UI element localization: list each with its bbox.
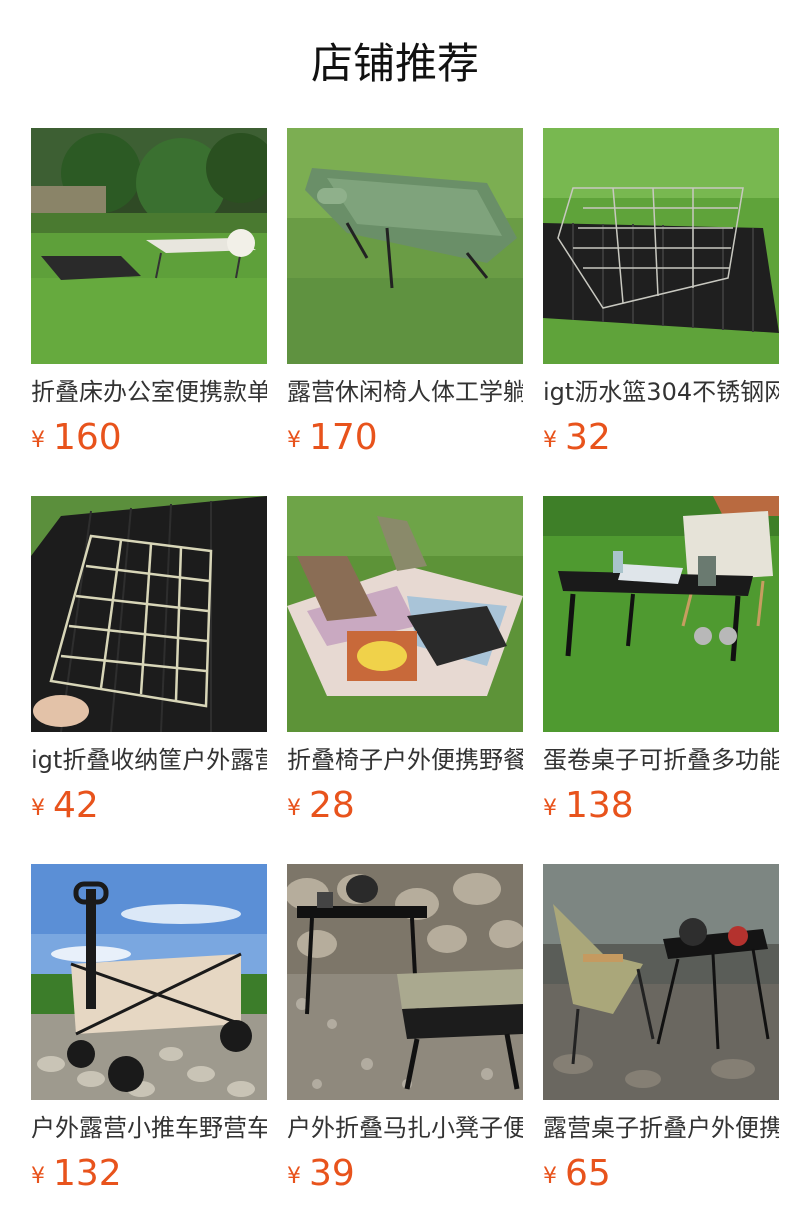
product-image[interactable]: [287, 864, 523, 1100]
page-title: 店铺推荐: [310, 39, 479, 88]
product-price: ¥138: [543, 786, 779, 826]
product-card[interactable]: 蛋卷桌子可折叠多功能 ¥138: [543, 496, 779, 826]
product-price: ¥160: [31, 418, 267, 458]
currency-symbol: ¥: [287, 1164, 301, 1189]
price-value: 170: [309, 417, 378, 458]
product-image[interactable]: [31, 496, 267, 732]
currency-symbol: ¥: [31, 796, 45, 821]
price-value: 138: [565, 785, 634, 826]
price-value: 65: [565, 1153, 611, 1194]
product-card[interactable]: 折叠椅子户外便携野餐椅 ¥28: [287, 496, 523, 826]
product-card[interactable]: igt沥水篮304不锈钢网篮 ¥32: [543, 128, 779, 458]
product-card[interactable]: 户外露营小推车野营车 ¥132: [31, 864, 267, 1194]
price-value: 39: [309, 1153, 355, 1194]
product-image[interactable]: [543, 128, 779, 364]
product-image[interactable]: [287, 128, 523, 364]
product-name[interactable]: 露营桌子折叠户外便携桌: [543, 1112, 779, 1144]
product-name[interactable]: 露营休闲椅人体工学躺椅: [287, 376, 523, 408]
product-image[interactable]: [31, 864, 267, 1100]
currency-symbol: ¥: [543, 796, 557, 821]
product-name[interactable]: 户外折叠马扎小凳子便携: [287, 1112, 523, 1144]
product-price: ¥42: [31, 786, 267, 826]
product-name[interactable]: igt沥水篮304不锈钢网篮: [543, 376, 779, 408]
product-name[interactable]: 折叠床办公室便携款单人床: [31, 376, 267, 408]
product-price: ¥28: [287, 786, 523, 826]
product-price: ¥65: [543, 1154, 779, 1194]
product-image[interactable]: [31, 128, 267, 364]
product-image[interactable]: [287, 496, 523, 732]
product-name[interactable]: 蛋卷桌子可折叠多功能: [543, 744, 779, 776]
product-card[interactable]: 露营休闲椅人体工学躺椅 ¥170: [287, 128, 523, 458]
price-value: 32: [565, 417, 611, 458]
product-card[interactable]: 露营桌子折叠户外便携桌 ¥65: [543, 864, 779, 1194]
product-price: ¥132: [31, 1154, 267, 1194]
currency-symbol: ¥: [287, 796, 301, 821]
product-image[interactable]: [543, 864, 779, 1100]
product-image[interactable]: [543, 496, 779, 732]
price-value: 42: [53, 785, 99, 826]
price-value: 160: [53, 417, 122, 458]
currency-symbol: ¥: [31, 428, 45, 453]
product-card[interactable]: 户外折叠马扎小凳子便携 ¥39: [287, 864, 523, 1194]
currency-symbol: ¥: [543, 1164, 557, 1189]
currency-symbol: ¥: [287, 428, 301, 453]
product-card[interactable]: igt折叠收纳筐户外露营 ¥42: [31, 496, 267, 826]
product-price: ¥32: [543, 418, 779, 458]
product-name[interactable]: igt折叠收纳筐户外露营: [31, 744, 267, 776]
product-price: ¥170: [287, 418, 523, 458]
price-value: 132: [53, 1153, 122, 1194]
product-name[interactable]: 折叠椅子户外便携野餐椅: [287, 744, 523, 776]
currency-symbol: ¥: [31, 1164, 45, 1189]
price-value: 28: [309, 785, 355, 826]
currency-symbol: ¥: [543, 428, 557, 453]
product-price: ¥39: [287, 1154, 523, 1194]
product-card[interactable]: 折叠床办公室便携款单人床 ¥160: [31, 128, 267, 458]
product-name[interactable]: 户外露营小推车野营车: [31, 1112, 267, 1144]
